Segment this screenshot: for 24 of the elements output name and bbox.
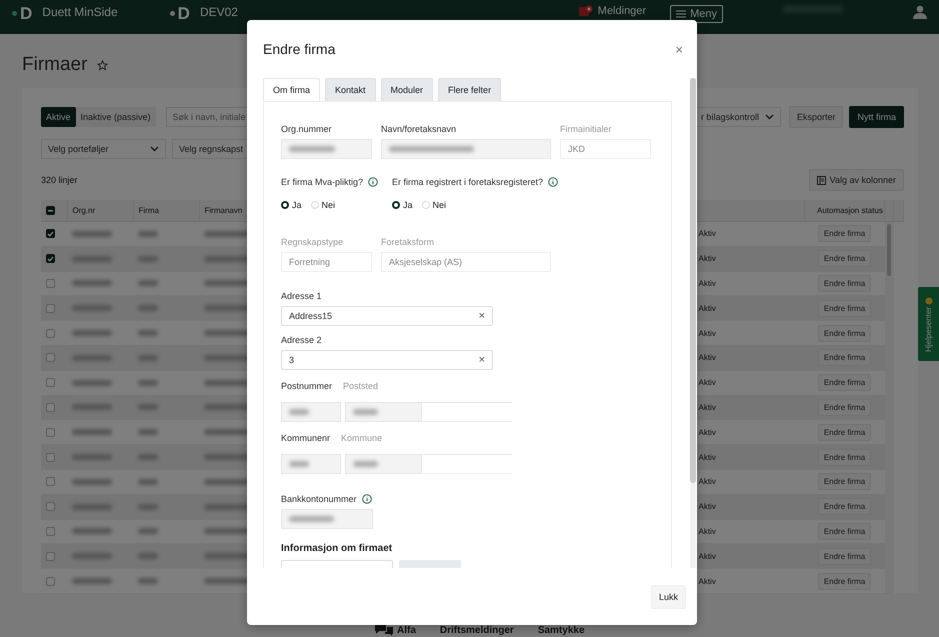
field-label: Navn/foretaksnavn bbox=[381, 124, 458, 134]
page-title: Firmaer bbox=[22, 54, 88, 76]
input-field: Aksjeselskap (AS) bbox=[381, 252, 551, 272]
field-label: Org.nummer bbox=[281, 124, 333, 134]
section-heading: Informasjon om firmaet bbox=[281, 543, 394, 554]
field-label: Kommunenr bbox=[281, 433, 330, 443]
input-field: JKD bbox=[560, 139, 651, 159]
field-label: Regnskapstype bbox=[281, 237, 344, 247]
field-label: Bankkontonummer bbox=[281, 494, 654, 504]
question-label: Er firma Mva-pliktig? bbox=[281, 177, 378, 187]
field-label: Poststed bbox=[343, 381, 378, 391]
field-label: Foretaksform bbox=[381, 237, 436, 247]
field-label: Kommune bbox=[341, 433, 382, 443]
field-label: Adresse 1 bbox=[281, 291, 323, 301]
dialog-title: Endre firma bbox=[263, 41, 336, 57]
field-value: 3 bbox=[289, 355, 294, 365]
row-count: 320 linjer bbox=[41, 175, 78, 185]
environment-name: DEV02 bbox=[200, 5, 238, 19]
field-label: Adresse 2 bbox=[281, 335, 323, 345]
input-field: Forretning bbox=[281, 252, 372, 272]
field-label: Firmainitialer bbox=[560, 124, 613, 134]
question-label: Er firma registrert i foretaksregisteret? bbox=[392, 177, 558, 187]
field-label: Postnummer bbox=[281, 381, 332, 391]
field-value: Address15 bbox=[289, 311, 332, 321]
